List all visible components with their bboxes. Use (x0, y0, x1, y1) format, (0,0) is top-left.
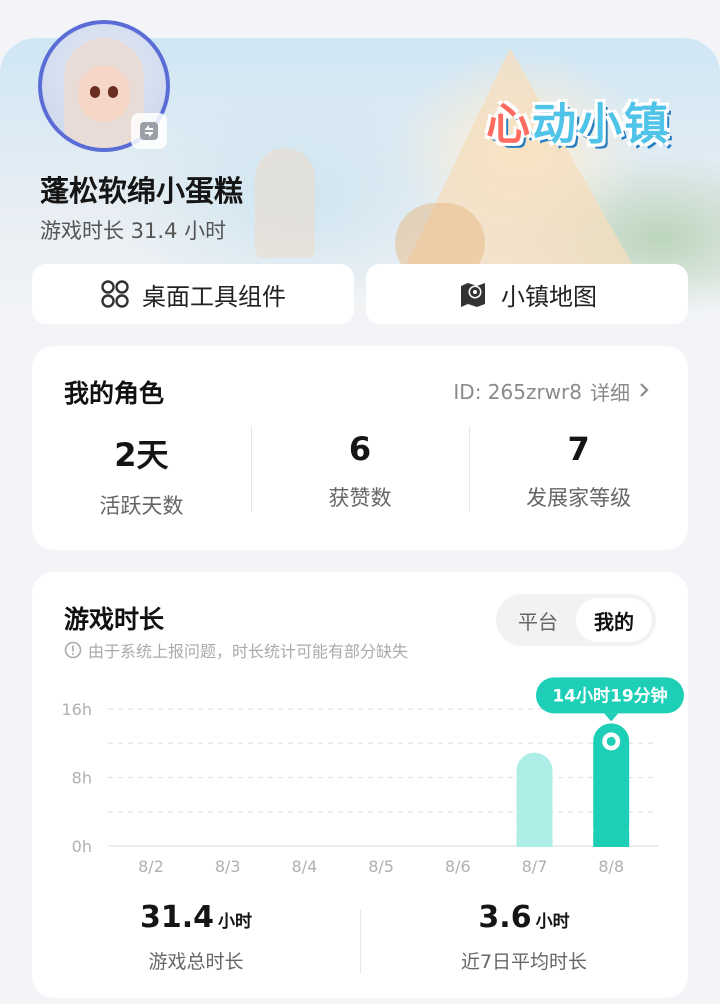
desktop-widgets-button[interactable]: 桌面工具组件 (32, 264, 354, 324)
banner-character-decoration (255, 148, 315, 258)
chart-x-tick-label: 8/4 (292, 857, 318, 876)
my-role-card: 我的角色 ID: 265zrwr8 详细 2天 活跃天数 6 获赞数 7 发展家… (32, 346, 688, 550)
chevron-right-icon (638, 380, 650, 404)
chart-bar-base (593, 832, 630, 847)
platform-mine-toggle[interactable]: 平台 我的 (496, 594, 656, 646)
stat-label: 活跃天数 (99, 494, 184, 518)
total-playtime-text: 游戏时长 31.4 小时 (40, 219, 227, 243)
stat-value: 2天 (114, 436, 169, 474)
role-stats: 2天 活跃天数 6 获赞数 7 发展家等级 (32, 424, 688, 518)
chart-x-tick-label: 8/8 (598, 857, 624, 876)
switch-avatar-icon[interactable] (131, 113, 167, 149)
map-pin-icon (457, 278, 489, 310)
toggle-mine[interactable]: 我的 (576, 598, 652, 642)
info-icon (64, 641, 82, 659)
playtime-bar-chart: 0h 8h 16h 8/2 8/3 8/4 8/5 8/6 8/7 8/8 14小时19分钟 (62, 677, 684, 876)
chart-x-tick-label: 8/3 (215, 857, 241, 876)
chart-y-tick-label: 16h (62, 700, 93, 719)
playtime-summary: 31.4 小时 游戏总时长 3.6 小时 近7日平均时长 (32, 900, 688, 980)
summary-total-label: 游戏总时长 (148, 951, 244, 973)
stat-label: 发展家等级 (526, 486, 632, 510)
chart-x-tick-label: 8/6 (445, 857, 471, 876)
data-notice: 由于系统上报问题，时长统计可能有部分缺失 (64, 638, 408, 662)
grid-apps-icon (100, 279, 130, 309)
chart-tooltip-label: 14小时19分钟 (552, 685, 667, 706)
stat-value: 6 (348, 430, 372, 468)
chart-x-tick-label: 8/2 (138, 857, 164, 876)
summary-average-value: 3.6 (478, 900, 532, 935)
playtime-card: 游戏时长 平台 我的 由于系统上报问题，时长统计可能有部分缺失 0h 8h 16h 8… (32, 572, 688, 998)
summary-average-unit: 小时 (535, 912, 570, 932)
detail-label: 详细 (590, 381, 630, 405)
playtime-title: 游戏时长 (64, 605, 165, 634)
my-role-title: 我的角色 (64, 379, 165, 408)
summary-average: 3.6 小时 近7日平均时长 (360, 900, 688, 980)
stat-label: 获赞数 (328, 486, 392, 510)
summary-total: 31.4 小时 游戏总时长 (32, 900, 360, 980)
town-map-button[interactable]: 小镇地图 (366, 264, 688, 324)
game-logo: 心动小镇 (486, 99, 670, 150)
summary-total-value: 31.4 (139, 900, 215, 935)
chart-x-tick-label: 8/5 (368, 857, 394, 876)
role-detail-link[interactable]: ID: 265zrwr8 详细 (453, 377, 650, 406)
chart-y-tick-label: 8h (72, 769, 92, 788)
desktop-widgets-label: 桌面工具组件 (142, 282, 286, 311)
town-map-label: 小镇地图 (501, 282, 597, 311)
chart-x-tick-label: 8/7 (522, 857, 548, 876)
username: 蓬松软绵小蛋糕 (40, 174, 244, 208)
stat-likes: 6 获赞数 (250, 424, 470, 514)
chart-y-tick-label: 0h (72, 837, 92, 856)
summary-average-label: 近7日平均时长 (460, 951, 588, 973)
summary-total-unit: 小时 (218, 912, 253, 932)
chart-bar-marker-dot (606, 736, 616, 746)
chart-bar-base (516, 832, 553, 847)
role-id: ID: 265zrwr8 (453, 379, 582, 404)
toggle-platform[interactable]: 平台 (500, 598, 576, 642)
stat-developer-level: 7 发展家等级 (469, 424, 688, 514)
stat-value: 7 (567, 430, 590, 468)
chart-tooltip-pointer (604, 713, 619, 722)
notice-text: 由于系统上报问题，时长统计可能有部分缺失 (88, 642, 409, 661)
stat-active-days: 2天 活跃天数 (32, 424, 251, 518)
